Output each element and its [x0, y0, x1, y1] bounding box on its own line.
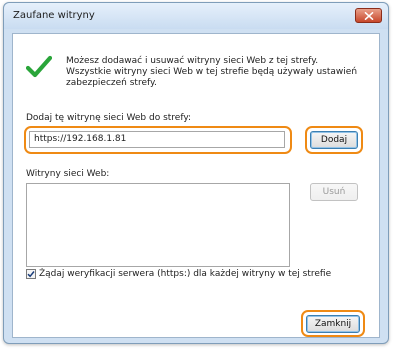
window-title: Zaufane witryny: [13, 10, 95, 21]
verification-row[interactable]: Żądaj weryfikacji serwera (https:) dla k…: [26, 268, 331, 280]
add-button[interactable]: Dodaj: [310, 131, 358, 149]
checkbox-check-icon: [27, 271, 35, 278]
close-icon: [364, 11, 373, 20]
sites-list-label: Witryny sieci Web:: [26, 169, 110, 179]
verification-label: Żądaj weryfikacji serwera (https:) dla k…: [39, 269, 332, 279]
title-bar: Zaufane witryny: [4, 3, 388, 29]
close-button[interactable]: Zamknij: [306, 315, 360, 333]
verification-checkbox[interactable]: [26, 269, 36, 279]
trusted-sites-dialog: Zaufane witryny Możesz dodawać i usuwać …: [3, 2, 389, 344]
info-text: Możesz dodawać i usuwać witryny sieci We…: [66, 56, 358, 88]
remove-button[interactable]: Usuń: [310, 183, 358, 201]
site-url-input[interactable]: https://192.168.1.81: [29, 131, 285, 148]
sites-list[interactable]: [26, 183, 290, 267]
checkmark-icon: [26, 55, 52, 78]
dialog-body: Możesz dodawać i usuwać witryny sieci We…: [12, 33, 380, 338]
add-site-label: Dodaj tę witrynę sieci Web do strefy:: [26, 113, 192, 123]
window-close-button[interactable]: [355, 8, 382, 23]
